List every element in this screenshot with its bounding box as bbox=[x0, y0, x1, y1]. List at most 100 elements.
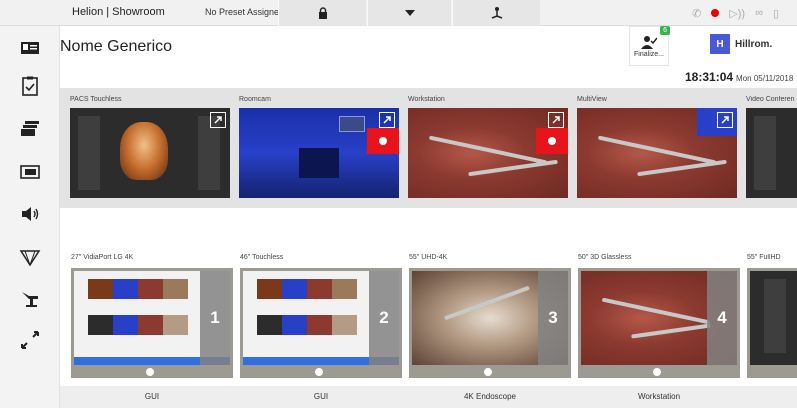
sidebar-item-sources[interactable] bbox=[0, 110, 60, 146]
display-layout-icon bbox=[20, 165, 40, 179]
display-label: 50" 3D Glassless bbox=[578, 254, 632, 261]
display-label: 55" UHD-4K bbox=[409, 254, 448, 261]
sidebar-item-layout[interactable] bbox=[0, 154, 60, 190]
recording-indicator-icon bbox=[711, 9, 720, 17]
gui-thumb-row bbox=[257, 315, 357, 335]
sources-stack-icon bbox=[21, 121, 39, 136]
source-preview[interactable] bbox=[577, 108, 737, 198]
source-preview[interactable] bbox=[408, 108, 568, 198]
source-tile[interactable]: Video Conferen bbox=[746, 96, 797, 198]
finalize-count-badge: 6 bbox=[660, 26, 670, 35]
display-screen bbox=[750, 271, 797, 365]
source-tile[interactable]: Workstation bbox=[408, 96, 568, 198]
conference-tool-column bbox=[754, 116, 776, 190]
source-preview[interactable] bbox=[70, 108, 230, 198]
display-frame[interactable]: 2 bbox=[240, 268, 402, 378]
display-frame[interactable] bbox=[747, 268, 797, 378]
sidebar-item-surgical-light[interactable] bbox=[0, 238, 60, 274]
display-tile[interactable]: 55" FullHD bbox=[747, 254, 797, 378]
broadcast-icon[interactable]: ▷)) bbox=[729, 7, 745, 20]
source-tile[interactable]: Roomcam bbox=[239, 96, 399, 198]
display-screen: 3 bbox=[412, 271, 568, 365]
finalize-button[interactable]: 6 Finalize... bbox=[629, 26, 670, 66]
brand-logo: H Hillrom. bbox=[710, 34, 772, 54]
roomcam-table-shape bbox=[299, 148, 339, 178]
finalize-label: Finalize... bbox=[634, 50, 664, 58]
gui-thumb-row bbox=[88, 279, 188, 299]
camera-control-icon bbox=[21, 331, 39, 349]
app-root: Helion | Showroom No Preset Assigned ✆ ▷… bbox=[0, 0, 797, 408]
dropdown-button[interactable] bbox=[367, 0, 451, 26]
display-select-radio[interactable] bbox=[653, 368, 661, 376]
usb-icon: ▯ bbox=[772, 7, 779, 20]
source-preview[interactable] bbox=[239, 108, 399, 198]
display-content-label: GUI bbox=[144, 392, 160, 401]
app-title: Helion | Showroom bbox=[72, 6, 165, 18]
source-label: Workstation bbox=[408, 96, 445, 103]
display-frame[interactable]: 1 bbox=[71, 268, 233, 378]
display-tile[interactable]: 55" UHD-4K 3 bbox=[409, 254, 571, 378]
display-tile[interactable]: 46" Touchless 2 bbox=[240, 254, 402, 378]
link-icon[interactable]: ∞ bbox=[755, 7, 763, 19]
record-dot-icon bbox=[379, 137, 387, 145]
phone-icon[interactable]: ✆ bbox=[692, 7, 701, 20]
expand-arrow-icon[interactable] bbox=[379, 112, 395, 128]
expand-arrow-icon[interactable] bbox=[548, 112, 564, 128]
preset-status[interactable]: No Preset Assigned bbox=[205, 7, 284, 17]
surgical-tool-shape bbox=[468, 159, 558, 177]
display-select-radio[interactable] bbox=[315, 368, 323, 376]
expand-arrow-icon[interactable] bbox=[717, 112, 733, 128]
source-tile[interactable]: MultiView bbox=[577, 96, 737, 198]
source-label: Video Conferen bbox=[746, 96, 795, 103]
top-bar: Helion | Showroom No Preset Assigned ✆ ▷… bbox=[0, 0, 797, 26]
clock: 18:31:04 Mon 05/11/2018 bbox=[685, 70, 793, 84]
share-button[interactable] bbox=[452, 0, 540, 26]
source-label: Roomcam bbox=[239, 96, 271, 103]
display-screen: 4 bbox=[581, 271, 737, 365]
roomcam-monitor-shape bbox=[339, 116, 365, 132]
display-screen: 2 bbox=[243, 271, 399, 365]
share-icon bbox=[491, 7, 502, 19]
display-number: 1 bbox=[200, 271, 230, 365]
surgical-tool-shape bbox=[444, 285, 530, 321]
surgical-light-icon bbox=[19, 250, 41, 267]
display-content-label: GUI bbox=[313, 392, 329, 401]
display-number: 3 bbox=[538, 271, 568, 365]
record-dot-icon bbox=[548, 137, 556, 145]
source-preview[interactable] bbox=[746, 108, 797, 198]
surgical-tool-shape bbox=[637, 159, 727, 177]
audio-icon bbox=[22, 207, 39, 221]
sidebar-item-audio[interactable] bbox=[0, 196, 60, 232]
record-button[interactable] bbox=[536, 128, 568, 154]
display-number: 2 bbox=[369, 271, 399, 365]
display-select-radio[interactable] bbox=[146, 368, 154, 376]
display-content-label: 4K Endoscope bbox=[463, 392, 517, 401]
display-tile[interactable]: 50" 3D Glassless 4 bbox=[578, 254, 740, 378]
source-tile[interactable]: PACS Touchless bbox=[70, 96, 230, 198]
display-label: 46" Touchless bbox=[240, 254, 284, 261]
record-button[interactable] bbox=[367, 128, 399, 154]
clock-time: 18:31:04 bbox=[685, 70, 734, 84]
sidebar bbox=[0, 26, 60, 408]
display-select-radio[interactable] bbox=[484, 368, 492, 376]
display-tile[interactable]: 27" VidiaPort LG 4K 1 bbox=[71, 254, 233, 378]
surgical-tool-shape bbox=[631, 323, 711, 339]
display-screen: 1 bbox=[74, 271, 230, 365]
page-title: Nome Generico bbox=[60, 38, 173, 55]
sidebar-item-camera[interactable] bbox=[0, 322, 60, 358]
checklist-icon bbox=[22, 76, 38, 96]
display-frame[interactable]: 4 bbox=[578, 268, 740, 378]
display-number: 4 bbox=[707, 271, 737, 365]
sidebar-item-patient[interactable] bbox=[0, 30, 60, 66]
expand-arrow-icon[interactable] bbox=[210, 112, 226, 128]
lock-icon bbox=[318, 7, 327, 19]
patient-card-icon bbox=[21, 42, 39, 54]
display-frame[interactable]: 3 bbox=[409, 268, 571, 378]
surgical-tool-shape bbox=[597, 135, 717, 165]
sidebar-item-table[interactable] bbox=[0, 280, 60, 316]
lock-button[interactable] bbox=[278, 0, 366, 26]
pacs-tool-column bbox=[78, 116, 100, 190]
source-label: PACS Touchless bbox=[70, 96, 122, 103]
sidebar-item-checklist[interactable] bbox=[0, 68, 60, 104]
display-label: 27" VidiaPort LG 4K bbox=[71, 254, 134, 261]
